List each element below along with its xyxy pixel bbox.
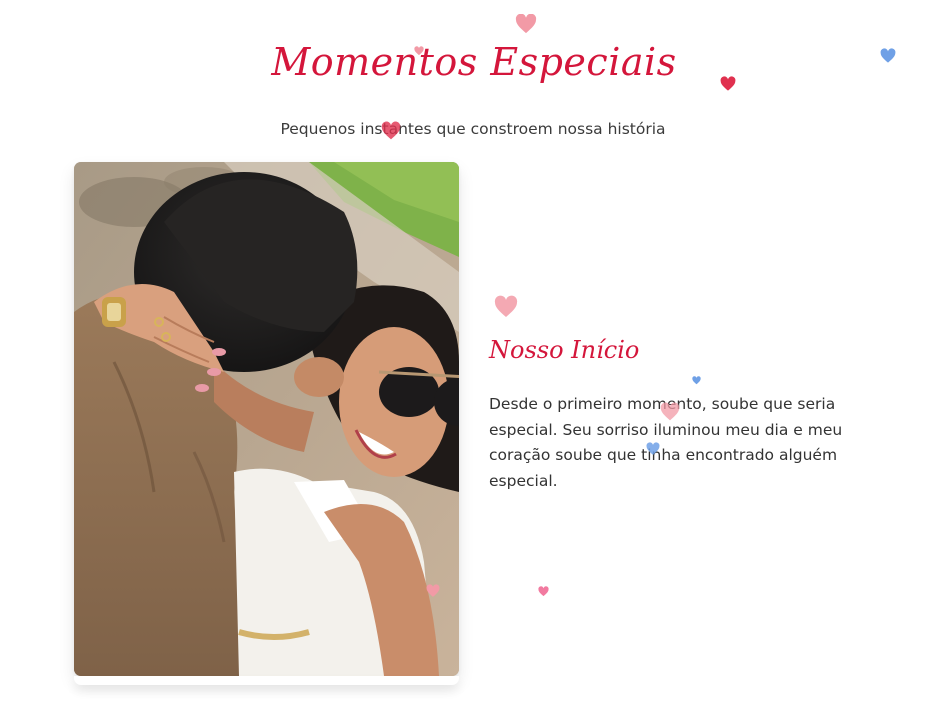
floating-heart-icon — [660, 402, 680, 421]
section-title: Momentos Especiais — [271, 40, 677, 84]
floating-heart-icon — [646, 442, 660, 455]
floating-heart-icon — [414, 46, 424, 56]
floating-heart-icon — [538, 586, 549, 597]
floating-heart-icon — [426, 584, 440, 597]
floating-heart-icon — [515, 14, 537, 34]
moment-title: Nosso Início — [489, 336, 640, 364]
floating-heart-icon — [692, 376, 701, 385]
moment-photo — [74, 162, 459, 676]
floating-heart-icon — [494, 295, 518, 317]
special-moments-section: Momentos Especiais Pequenos instantes qu… — [0, 0, 928, 713]
couple-photo-illustration — [74, 162, 459, 676]
section-subtitle: Pequenos instantes que constroem nossa h… — [280, 120, 666, 138]
photo-card-footer — [74, 676, 459, 685]
floating-heart-icon — [720, 76, 736, 91]
floating-heart-icon — [381, 121, 401, 140]
floating-heart-icon — [880, 48, 896, 63]
